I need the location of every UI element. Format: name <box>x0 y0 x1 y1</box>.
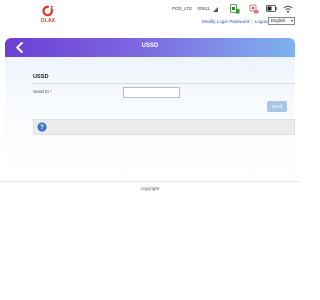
battery-icon <box>266 5 277 12</box>
usb-icon[interactable] <box>249 4 259 14</box>
sim-icon[interactable] <box>230 4 240 14</box>
send-to-label: Send to * <box>33 89 52 94</box>
page-title: USSD <box>141 43 159 49</box>
link-separator: | <box>251 19 253 24</box>
network-name: POD_LTE <box>172 6 193 11</box>
language-value: English <box>271 18 286 23</box>
ussd-panel: USSD Send to * Send ? <box>5 57 295 180</box>
modify-password-link[interactable]: Modify Login Password <box>202 19 250 24</box>
chevron-down-icon: ▾ <box>290 18 293 23</box>
logout-link[interactable]: Logout <box>255 19 269 24</box>
section-divider <box>33 83 295 84</box>
send-to-label-text: Send to <box>33 89 49 94</box>
page-header: USSD <box>5 38 295 57</box>
network-info: POD_LTE 00911 <box>172 6 214 11</box>
account-links: Modify Login Password | Logout <box>202 19 269 24</box>
send-to-input[interactable] <box>123 87 180 98</box>
footer-divider <box>0 181 300 182</box>
olax-logo: OLAX <box>39 5 57 27</box>
logo-icon <box>42 5 54 17</box>
copyright-text: copyright <box>140 186 160 191</box>
top-bar: OLAX POD_LTE 00911 Modify Login Password… <box>0 0 300 34</box>
svg-text:?: ? <box>40 124 44 131</box>
wifi-icon[interactable] <box>283 5 293 13</box>
language-select[interactable]: English ▾ <box>268 17 295 25</box>
section-title: USSD <box>33 74 49 80</box>
required-mark: * <box>50 89 52 94</box>
logo-text: OLAX <box>40 18 56 24</box>
ussd-response-box: ? <box>33 119 295 135</box>
signal-icon <box>213 7 218 12</box>
send-button[interactable]: Send <box>267 101 287 112</box>
question-icon: ? <box>37 122 47 132</box>
network-signal-value: 00911 <box>197 6 210 11</box>
